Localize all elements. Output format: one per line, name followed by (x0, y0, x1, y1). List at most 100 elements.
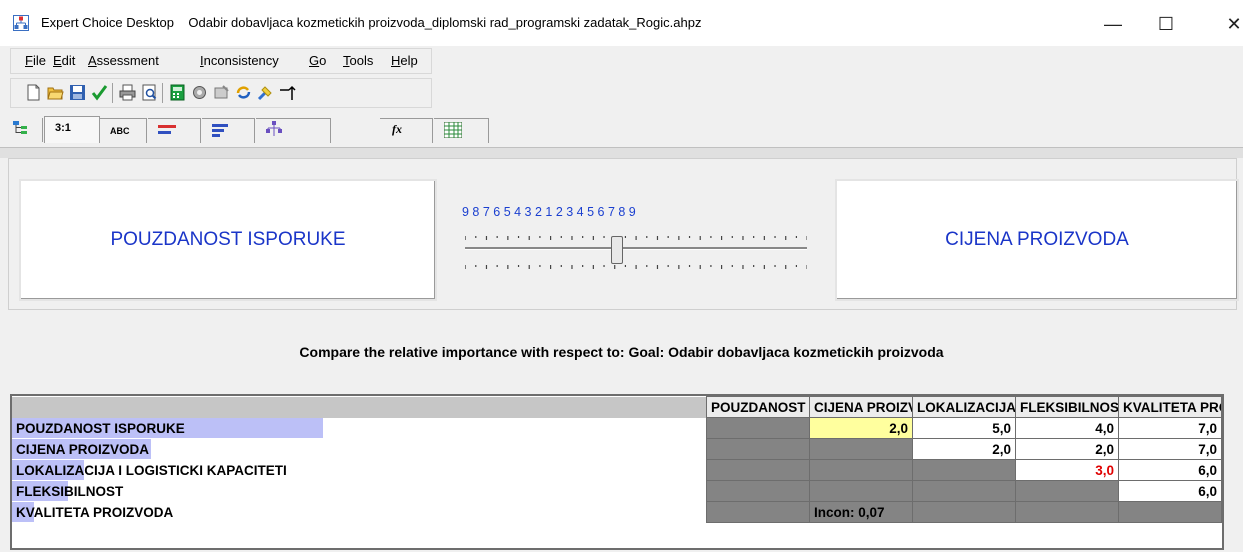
scale-tick (475, 265, 477, 267)
scale-tick (742, 236, 744, 240)
spreadsheet-icon (444, 122, 462, 138)
table-row: POUZDANOST ISPORUKE 2,0 5,0 4,0 7,0 (12, 417, 1222, 439)
graphical-bars-icon (158, 125, 176, 134)
diagonal-cell (912, 459, 1016, 481)
column-header[interactable]: CIJENA PROIZVODA (809, 396, 913, 418)
menu-file-accel: F (25, 53, 33, 68)
scale-tick (560, 265, 562, 267)
refresh-icon[interactable] (235, 84, 252, 101)
scale-tick (731, 236, 733, 238)
menu-inconsistency[interactable]: Inconsistency (200, 53, 279, 68)
calculator-icon[interactable] (169, 84, 186, 101)
tab-questionnaire[interactable] (202, 118, 255, 143)
scale-tick (614, 265, 616, 269)
paint-icon[interactable] (213, 84, 230, 101)
comparison-slider-thumb[interactable] (611, 236, 623, 264)
menu-file[interactable]: File (25, 53, 46, 68)
scale-tick (678, 265, 680, 269)
comparison-slider-track[interactable] (465, 247, 807, 250)
menu-help-label: elp (400, 53, 418, 68)
menu-assessment[interactable]: Assessment (88, 53, 159, 68)
print-icon[interactable] (119, 84, 136, 101)
expert-choice-app-icon (13, 15, 29, 31)
minimize-button[interactable]: — (1093, 9, 1133, 39)
scale-numbers: 9 8 7 6 5 4 3 2 1 2 3 4 5 6 7 8 9 (462, 205, 636, 219)
scale-tick (721, 265, 723, 269)
row-label: LOKALIZACIJA I LOGISTICKI KAPACITETI (16, 462, 287, 478)
lower-cell (809, 480, 913, 502)
scale-tick (646, 265, 648, 267)
row-label: POUZDANOST ISPORUKE (16, 420, 185, 436)
menu-go[interactable]: Go (309, 53, 326, 68)
scale-tick (688, 236, 691, 238)
column-header[interactable]: KVALITETA PROIZVODA (1118, 396, 1222, 418)
arrow-up-icon[interactable] (279, 84, 296, 101)
row-header[interactable]: KVALITETA PROIZVODA (12, 501, 707, 523)
scale-tick (795, 236, 798, 238)
lower-cell (706, 459, 810, 481)
judgment-cell[interactable]: 3,0 (1015, 459, 1119, 481)
judgment-cell[interactable]: 5,0 (912, 417, 1016, 439)
column-header[interactable]: POUZDANOST ISPORUKE (706, 396, 810, 418)
scale-tick (571, 265, 573, 269)
scale-tick (624, 236, 627, 238)
judgment-cell[interactable]: 6,0 (1118, 480, 1222, 502)
judgment-cell[interactable]: 2,0 (1015, 438, 1119, 460)
scale-tick (656, 265, 659, 269)
scale-tick (678, 236, 680, 240)
new-icon[interactable] (25, 84, 42, 101)
row-header[interactable]: FLEKSIBILNOST (12, 480, 707, 502)
scale-tick (582, 265, 584, 267)
print-preview-icon[interactable] (141, 84, 158, 101)
judgment-cell[interactable]: 2,0 (809, 417, 913, 439)
question-panel: Compare the relative importance with res… (0, 318, 1243, 378)
scale-tick (646, 236, 648, 238)
scale-tick (560, 236, 562, 238)
formula-icon: fx (392, 122, 402, 136)
row-label: FLEKSIBILNOST (16, 483, 124, 499)
row-header[interactable]: LOKALIZACIJA I LOGISTICKI KAPACITETI (12, 459, 707, 481)
maximize-button[interactable]: ☐ (1146, 9, 1186, 39)
judgment-cell[interactable]: 2,0 (912, 438, 1016, 460)
scale-tick (699, 265, 701, 269)
tab-graphical-comparison[interactable] (148, 118, 201, 143)
scale-tick (667, 236, 669, 238)
tab-spreadsheet[interactable] (434, 118, 489, 143)
tab-tree-view[interactable] (10, 118, 43, 142)
open-icon[interactable] (47, 84, 64, 101)
scale-tick (667, 265, 669, 267)
column-header[interactable]: LOKALIZACIJA I LOGISTICKI KAPACITETI (912, 396, 1016, 418)
judgment-cell[interactable]: 6,0 (1118, 459, 1222, 481)
scale-tick (496, 236, 498, 238)
judgment-cell[interactable]: 7,0 (1118, 438, 1222, 460)
close-button[interactable]: ✕ (1214, 9, 1243, 39)
menu-tools[interactable]: Tools (343, 53, 373, 68)
menu-tools-label: ools (349, 53, 374, 68)
diagonal-cell (1015, 480, 1119, 502)
lower-cell (809, 459, 913, 481)
scale-tick (496, 265, 498, 267)
app-name: Expert Choice Desktop (41, 15, 174, 30)
inconsistency-value: Incon: 0,07 (809, 501, 913, 523)
tab-formula[interactable]: fx (380, 118, 433, 143)
tab-direct-data[interactable] (256, 118, 331, 143)
judgment-cell[interactable]: 4,0 (1015, 417, 1119, 439)
check-icon[interactable] (91, 84, 108, 101)
save-icon[interactable] (69, 84, 86, 101)
row-header[interactable]: POUZDANOST ISPORUKE (12, 417, 707, 439)
menu-edit[interactable]: Edit (53, 53, 75, 68)
table-row: KVALITETA PROIZVODA Incon: 0,07 (12, 501, 1222, 523)
scale-tick (721, 236, 723, 240)
tab-verbal-comparison[interactable]: ABC (100, 118, 147, 143)
tab-numerical-comparison[interactable]: 3:1 (44, 116, 100, 143)
judgment-cell[interactable]: 7,0 (1118, 417, 1222, 439)
comparison-matrix: POUZDANOST ISPORUKE CIJENA PROIZVODA LOK… (10, 394, 1224, 550)
column-header[interactable]: FLEKSIBILNOST (1015, 396, 1119, 418)
scale-tick (507, 265, 509, 269)
row-label: KVALITETA PROIZVODA (16, 504, 174, 520)
scale-tick (539, 265, 541, 267)
gear-icon[interactable] (191, 84, 208, 101)
menu-help[interactable]: Help (391, 53, 418, 68)
clean-icon[interactable] (257, 84, 274, 101)
row-header[interactable]: CIJENA PROIZVODA (12, 438, 707, 460)
